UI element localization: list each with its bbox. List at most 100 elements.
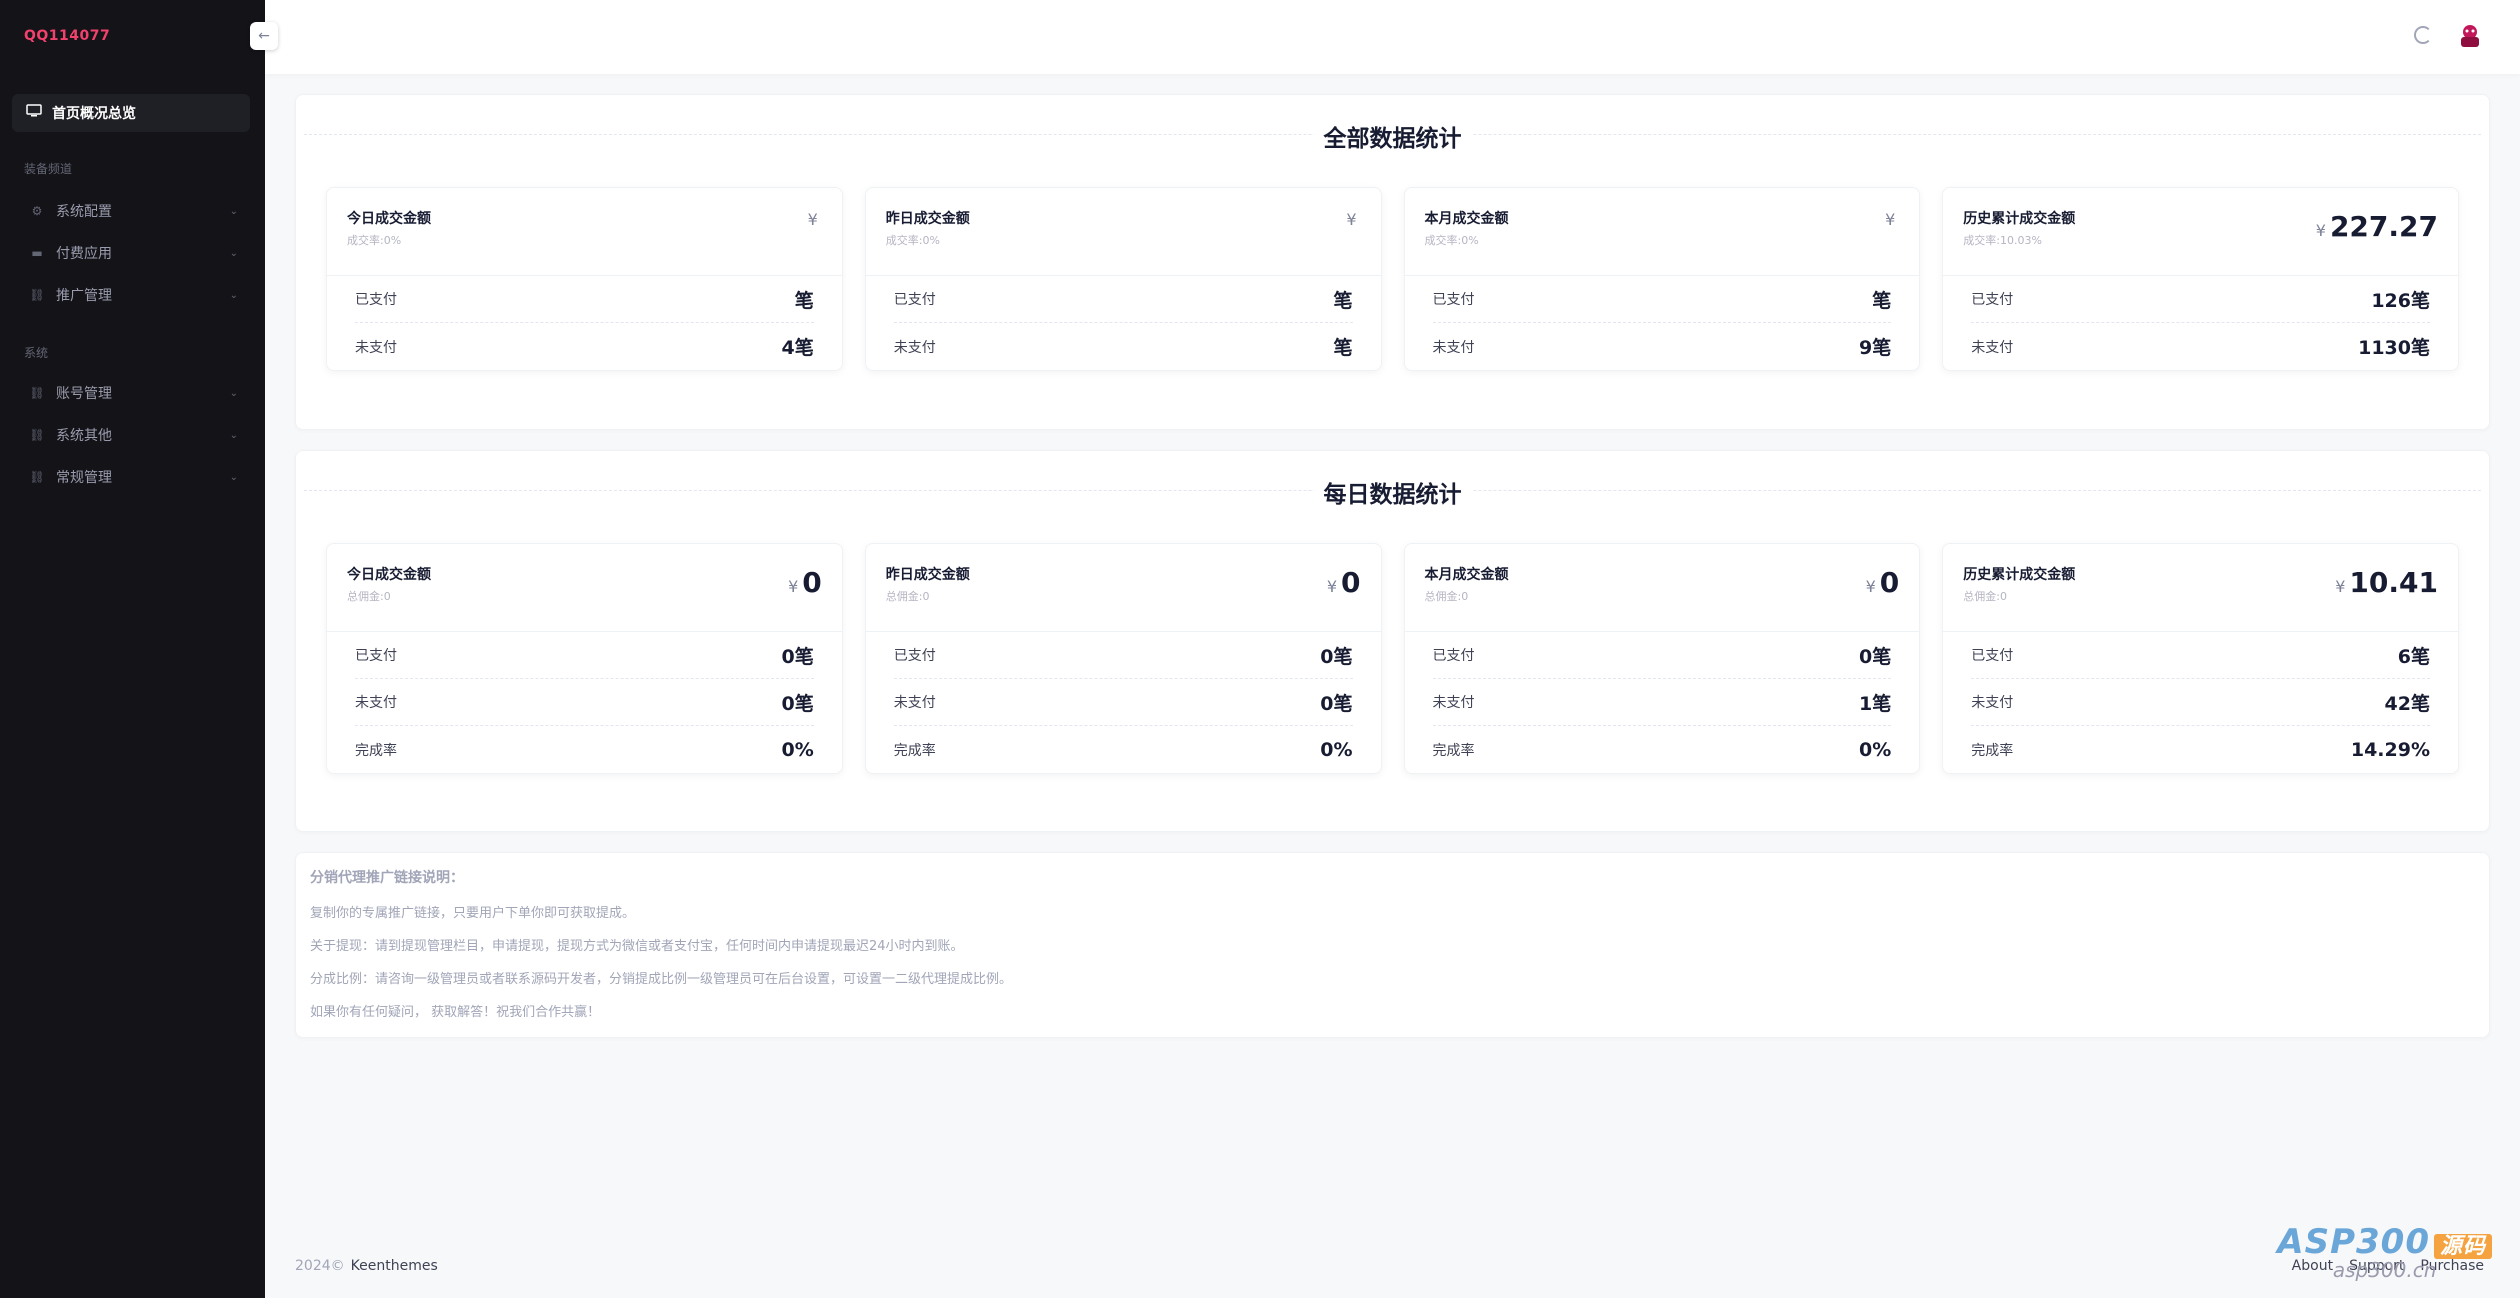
card-rows: 已支付 6笔 未支付 42笔 完成率 14.29% — [1943, 632, 2458, 773]
currency-symbol: ¥ — [1885, 210, 1896, 229]
row-value: 笔 — [1333, 337, 1353, 359]
sidebar-section-title: 装备频道 — [24, 162, 73, 176]
watermark-tag: 源码 — [2433, 1233, 2492, 1259]
monitor-icon — [26, 104, 42, 122]
notes-line: 分成比例：请咨询一级管理员或者联系源码开发者，分销提成比例一级管理员可在后台设置… — [310, 972, 1013, 987]
row-value: 42笔 — [2384, 692, 2430, 715]
card-rows: 已支付 笔 未支付 4笔 — [327, 276, 842, 370]
card-subtitle: 成交率:0% — [347, 234, 402, 247]
card-header: 今日成交金额 总佣金:0 ¥ 0 — [327, 544, 842, 632]
stat-card-today: 今日成交金额 总佣金:0 ¥ 0 已支付 0笔 未支付 0笔 完成率 0% — [326, 543, 843, 774]
row-value: 9笔 — [1859, 337, 1892, 359]
card-amount: ¥ 0 — [788, 566, 822, 599]
stat-card-history: 历史累计成交金额 成交率:10.03% ¥ 227.27 已支付 126笔 未支付… — [1942, 187, 2459, 371]
sidebar-item-general[interactable]: ⛓ 常规管理 ⌄ — [12, 460, 250, 494]
sidebar-item-accounts[interactable]: ⛓ 账号管理 ⌄ — [12, 376, 250, 410]
table-row: 已支付 0笔 — [1432, 632, 1892, 679]
row-label: 已支付 — [1971, 648, 2014, 664]
row-label: 完成率 — [1971, 742, 2014, 759]
row-value: 笔 — [794, 289, 814, 312]
panel-title-row: 全部数据统计 — [304, 119, 2481, 153]
currency-symbol: ¥ — [1326, 577, 1338, 596]
table-row: 未支付 42笔 — [1971, 679, 2430, 726]
stat-card-history: 历史累计成交金额 总佣金:0 ¥ 10.41 已支付 6笔 未支付 42笔 完成率 1… — [1942, 543, 2459, 774]
table-row: 未支付 0笔 — [355, 679, 814, 726]
card-header: 本月成交金额 成交率:0% ¥ — [1404, 188, 1920, 276]
card-subtitle: 总佣金:0 — [347, 590, 391, 603]
table-row: 未支付 1130笔 — [1971, 323, 2430, 370]
row-value: 1130笔 — [2358, 337, 2430, 359]
table-row: 已支付 笔 — [355, 276, 814, 323]
row-label: 未支付 — [1971, 695, 2014, 711]
card-subtitle: 成交率:0% — [885, 234, 940, 247]
chevron-down-icon: ⌄ — [229, 387, 238, 399]
panel-title-row: 每日数据统计 — [304, 475, 2481, 509]
notes-panel: 分销代理推广链接说明： 复制你的专属推广链接，只要用户下单你即可获取提成。 关于… — [295, 852, 2490, 1038]
sidebar-item-label: 付费应用 — [56, 246, 112, 262]
notes-line: 复制你的专属推广链接，只要用户下单你即可获取提成。 — [310, 906, 636, 921]
sidebar-item-system-config[interactable]: ⚙ 系统配置 ⌄ — [12, 194, 250, 228]
sidebar-item-system-other[interactable]: ⛓ 系统其他 ⌄ — [12, 418, 250, 452]
row-label: 完成率 — [893, 742, 936, 759]
row-value: 0% — [1858, 738, 1892, 761]
notes-line: 关于提现：请到提现管理栏目，申请提现，提现方式为微信或者支付宝，任何时间内申请提… — [310, 939, 964, 954]
refresh-icon[interactable] — [2414, 26, 2432, 44]
card-rows: 已支付 笔 未支付 9笔 — [1405, 276, 1920, 370]
sidebar-item-paid-apps[interactable]: ▬ 付费应用 ⌄ — [12, 236, 250, 270]
watermark-main: ASP300 — [2277, 1222, 2430, 1262]
avatar[interactable] — [2454, 20, 2486, 52]
table-row: 未支付 0笔 — [893, 679, 1353, 726]
amount-value: 0 — [802, 566, 822, 599]
stat-card-yesterday: 昨日成交金额 成交率:0% ¥ 已支付笔 未支付笔 — [864, 187, 1382, 371]
sidebar-item-overview[interactable]: 首页概况总览 — [12, 94, 250, 132]
amount-value: 0 — [1341, 566, 1361, 599]
card-amount: ¥ 0 — [1866, 566, 1900, 599]
stat-card-today: 今日成交金额 成交率:0% ¥ 已支付 笔 未支付 4笔 — [326, 187, 843, 371]
watermark-logo: ASP300 源码 — [2277, 1222, 2492, 1262]
card-header: 昨日成交金额 成交率:0% ¥ — [865, 188, 1381, 276]
card-subtitle: 成交率:0% — [1424, 234, 1479, 247]
row-value: 0% — [1320, 738, 1353, 761]
row-value: 126笔 — [2371, 289, 2430, 312]
row-value: 0笔 — [781, 645, 814, 668]
card-header: 本月成交金额 总佣金:0 ¥ 0 — [1404, 544, 1920, 632]
row-label: 已支付 — [1432, 292, 1475, 308]
row-label: 已支付 — [893, 648, 936, 664]
panel-title: 全部数据统计 — [1313, 119, 1472, 153]
card-title: 昨日成交金额 — [885, 567, 970, 583]
table-row: 已支付 126笔 — [1971, 276, 2430, 323]
notes-title: 分销代理推广链接说明： — [310, 870, 464, 886]
row-value: 0% — [781, 738, 814, 761]
daily-stats-panel: 每日数据统计 今日成交金额 总佣金:0 ¥ 0 已支付 0笔 未支付 0笔 完成率 0… — [295, 450, 2490, 832]
sidebar-item-label: 常规管理 — [56, 470, 112, 486]
table-row: 已支付 笔 — [1432, 276, 1892, 323]
currency-symbol: ¥ — [1865, 577, 1876, 596]
amount-value: 10.41 — [2349, 566, 2438, 599]
row-value: 1笔 — [1859, 692, 1892, 715]
row-label: 未支付 — [1432, 695, 1475, 711]
chevron-down-icon: ⌄ — [229, 289, 238, 301]
sidebar-item-promotion[interactable]: ⛓ 推广管理 ⌄ — [12, 278, 250, 312]
table-row: 完成率 0% — [894, 726, 1353, 773]
card-rows: 已支付笔 未支付笔 — [866, 276, 1381, 370]
gear-icon: ⚙ — [31, 204, 43, 218]
card-subtitle: 总佣金:0 — [1424, 590, 1469, 603]
footer-brand-link[interactable]: Keenthemes — [351, 1258, 438, 1274]
brand-logo[interactable]: QQ114077 — [24, 28, 110, 44]
card-header: 历史累计成交金额 成交率:10.03% ¥ 227.27 — [1943, 188, 2458, 276]
card-title: 今日成交金额 — [347, 211, 431, 227]
sidebar-item-label: 系统其他 — [56, 428, 112, 444]
card-amount: ¥ 10.41 — [2335, 566, 2438, 599]
row-value: 0笔 — [1320, 645, 1353, 668]
currency-symbol: ¥ — [2335, 577, 2346, 596]
sidebar-item-label: 推广管理 — [56, 288, 112, 304]
row-label: 未支付 — [355, 339, 397, 356]
sidebar-toggle-button[interactable]: ← — [250, 22, 278, 50]
row-label: 未支付 — [893, 339, 936, 356]
card-rows: 已支付 126笔 未支付 1130笔 — [1943, 276, 2458, 370]
table-row: 未支付 1笔 — [1432, 679, 1892, 726]
card-icon: ▬ — [31, 246, 43, 260]
footer: 2024© Keenthemes — [295, 1258, 438, 1274]
currency-symbol: ¥ — [1346, 210, 1357, 229]
amount-value: 0 — [1879, 566, 1900, 599]
